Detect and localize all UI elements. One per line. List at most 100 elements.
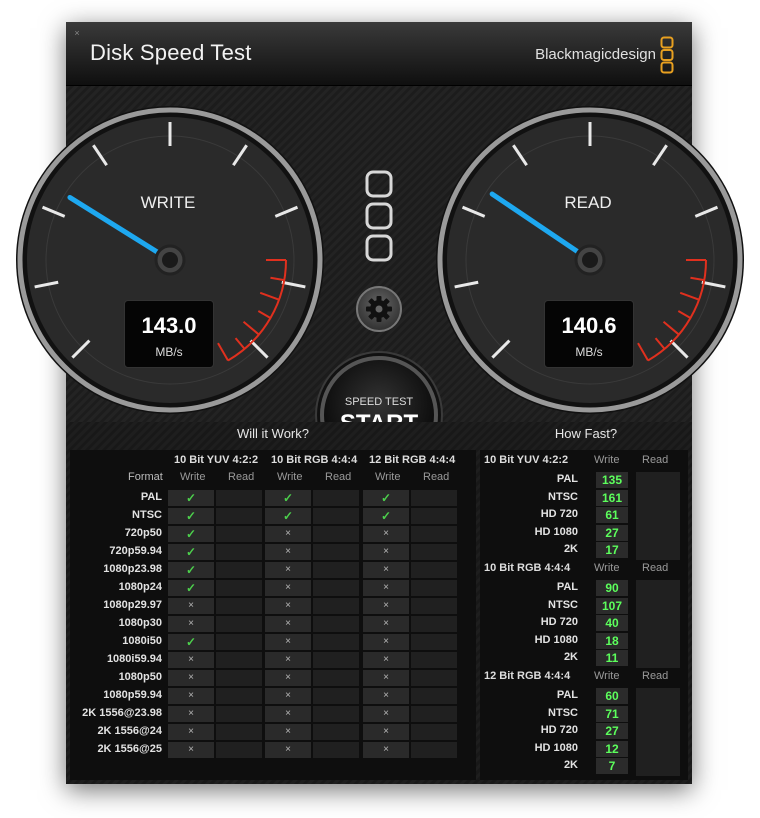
read-result-cell bbox=[411, 634, 457, 650]
read-result-cell bbox=[216, 688, 262, 704]
format-label: 2K 1556@24 bbox=[97, 725, 162, 737]
check-cell: ✓ bbox=[363, 490, 409, 506]
read-column-header: Read bbox=[642, 454, 669, 466]
cross-cell: × bbox=[265, 724, 311, 740]
cross-cell: × bbox=[363, 616, 409, 632]
speed-group-header: 10 Bit YUV 4:2:2 bbox=[484, 454, 569, 466]
cross-cell: × bbox=[168, 652, 214, 668]
write-column-header: Write bbox=[180, 471, 206, 483]
format-label: 2K 1556@23.98 bbox=[82, 707, 162, 719]
check-cell: ✓ bbox=[168, 490, 214, 506]
read-result-cell bbox=[411, 490, 457, 506]
cross-cell: × bbox=[363, 724, 409, 740]
cross-icon: × bbox=[285, 726, 291, 737]
cross-cell: × bbox=[363, 670, 409, 686]
read-column-header: Read bbox=[228, 471, 255, 483]
read-result-block bbox=[636, 580, 680, 668]
will-it-work-heading: Will it Work? bbox=[237, 426, 309, 441]
check-icon: ✓ bbox=[185, 581, 197, 595]
check-cell: ✓ bbox=[168, 562, 214, 578]
read-result-cell bbox=[216, 652, 262, 668]
format-label: 1080p23.98 bbox=[103, 563, 162, 575]
cross-icon: × bbox=[285, 636, 291, 647]
write-speed-cell: 7 bbox=[596, 758, 628, 775]
read-result-cell bbox=[313, 742, 359, 758]
blackmagic-logo-icon bbox=[660, 36, 674, 74]
read-result-cell bbox=[411, 688, 457, 704]
how-fast-table: 10 Bit YUV 4:2:2 Write Read PAL 135 NTSC 161 HD… bbox=[480, 450, 688, 780]
cross-cell: × bbox=[265, 652, 311, 668]
write-column-header: Write bbox=[277, 471, 303, 483]
app-title: Disk Speed Test bbox=[90, 40, 252, 65]
format-label: 1080p24 bbox=[118, 581, 162, 593]
write-speed-cell: 71 bbox=[596, 705, 628, 722]
write-speed-cell: 17 bbox=[596, 542, 628, 559]
cross-icon: × bbox=[383, 636, 389, 647]
read-gauge-label: READ bbox=[564, 193, 612, 212]
cross-cell: × bbox=[168, 598, 214, 614]
group-header: 10 Bit YUV 4:2:2 bbox=[174, 454, 259, 466]
write-speed-readout: 143.0 MB/s bbox=[124, 300, 214, 368]
write-speed-number: 7 bbox=[608, 759, 616, 774]
cross-cell: × bbox=[265, 634, 311, 650]
speed-format-label: HD 720 bbox=[540, 724, 578, 737]
cross-cell: × bbox=[265, 562, 311, 578]
cross-icon: × bbox=[188, 654, 194, 665]
write-speed-value: 143.0 bbox=[141, 313, 197, 338]
check-icon: ✓ bbox=[185, 563, 197, 577]
check-icon: ✓ bbox=[282, 509, 294, 523]
write-gauge bbox=[16, 106, 324, 414]
read-result-block bbox=[636, 688, 680, 776]
write-column-header: Write bbox=[594, 562, 620, 574]
settings-button[interactable] bbox=[356, 286, 402, 332]
cross-icon: × bbox=[188, 618, 194, 629]
read-result-cell bbox=[216, 598, 262, 614]
cross-icon: × bbox=[383, 528, 389, 539]
write-speed-number: 27 bbox=[605, 724, 619, 739]
format-label: 1080p30 bbox=[118, 617, 162, 629]
cross-icon: × bbox=[285, 582, 291, 593]
cross-cell: × bbox=[363, 544, 409, 560]
speed-format-label: HD 1080 bbox=[534, 633, 578, 646]
check-cell: ✓ bbox=[168, 526, 214, 542]
write-speed-number: 12 bbox=[605, 741, 619, 756]
cross-icon: × bbox=[383, 708, 389, 719]
write-speed-cell: 107 bbox=[596, 597, 628, 614]
read-result-cell bbox=[313, 580, 359, 596]
cross-cell: × bbox=[168, 742, 214, 758]
read-result-cell bbox=[411, 508, 457, 524]
read-result-cell bbox=[313, 490, 359, 506]
cross-icon: × bbox=[188, 726, 194, 737]
write-speed-cell: 60 bbox=[596, 688, 628, 704]
cross-icon: × bbox=[188, 708, 194, 719]
check-icon: ✓ bbox=[185, 509, 197, 523]
read-result-cell bbox=[313, 688, 359, 704]
cross-icon: × bbox=[285, 690, 291, 701]
will-it-work-table: 10 Bit YUV 4:2:2 Write Read 10 Bit RGB 4:4:… bbox=[70, 450, 476, 780]
close-icon[interactable]: × bbox=[72, 28, 82, 38]
cross-cell: × bbox=[265, 616, 311, 632]
cross-icon: × bbox=[188, 600, 194, 611]
cross-cell: × bbox=[168, 688, 214, 704]
write-speed-number: 40 bbox=[605, 616, 619, 631]
check-icon: ✓ bbox=[380, 509, 392, 523]
cross-icon: × bbox=[383, 618, 389, 629]
read-result-cell bbox=[216, 562, 262, 578]
read-result-cell bbox=[411, 526, 457, 542]
read-gauge-hub-center bbox=[582, 252, 598, 268]
write-speed-cell: 27 bbox=[596, 723, 628, 740]
read-result-cell bbox=[313, 598, 359, 614]
read-result-cell bbox=[216, 742, 262, 758]
read-result-cell bbox=[216, 724, 262, 740]
write-speed-number: 17 bbox=[605, 543, 619, 558]
cross-icon: × bbox=[285, 546, 291, 557]
write-speed-cell: 12 bbox=[596, 740, 628, 757]
cross-cell: × bbox=[265, 688, 311, 704]
write-speed-unit: MB/s bbox=[155, 345, 183, 359]
format-label: 720p59.94 bbox=[109, 545, 162, 557]
check-icon: ✓ bbox=[282, 491, 294, 505]
read-result-cell bbox=[411, 724, 457, 740]
cross-cell: × bbox=[265, 544, 311, 560]
speed-format-label: NTSC bbox=[548, 598, 578, 611]
cross-icon: × bbox=[188, 690, 194, 701]
